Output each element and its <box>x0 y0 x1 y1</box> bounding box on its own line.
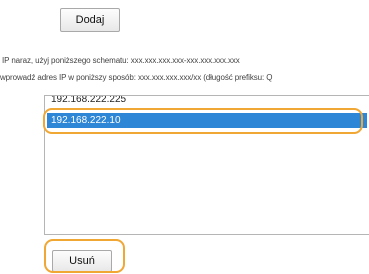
add-button[interactable]: Dodaj <box>60 8 120 32</box>
list-item[interactable]: 192.168.222.225 <box>47 96 367 107</box>
remove-button-highlight <box>44 239 125 273</box>
range-format-instruction: IP naraz, użyj poniższego schematu: xxx.… <box>2 56 240 65</box>
selected-item-highlight <box>43 108 363 134</box>
prefix-format-instruction: wprowadź adres IP w poniższy sposób: xxx… <box>0 73 273 82</box>
add-button-label: Dodaj <box>75 14 105 26</box>
